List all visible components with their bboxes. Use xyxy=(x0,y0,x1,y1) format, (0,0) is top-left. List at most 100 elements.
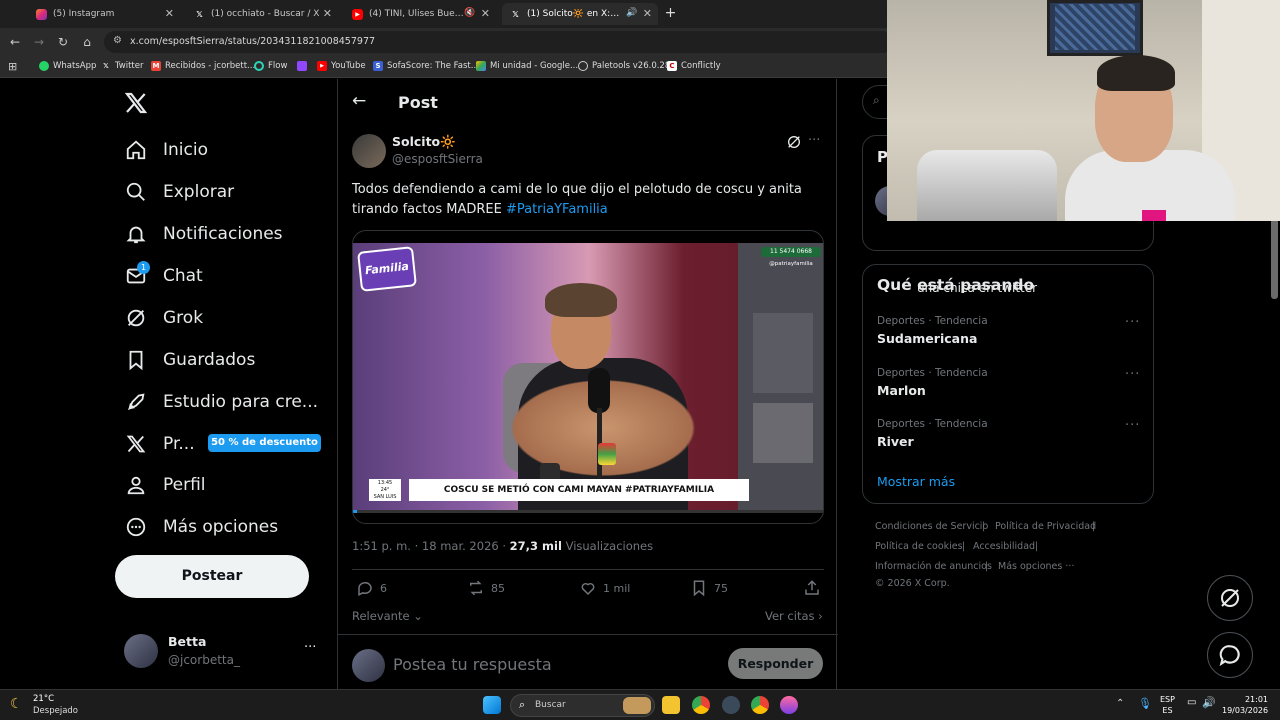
nav-notifications[interactable]: Notificaciones xyxy=(124,218,283,250)
author-name[interactable]: Solcito🔆 xyxy=(392,134,456,150)
chevron-up-icon[interactable]: ⌃ xyxy=(1116,698,1124,709)
nav-creator-studio[interactable]: Estudio para cre... xyxy=(124,386,318,418)
bookmark-twitter[interactable]: 𝕏 Twitter xyxy=(101,61,143,71)
tab-x-search[interactable]: 𝕏 (1) occhiato - Buscar / X ✕ xyxy=(186,3,338,25)
bookmark-gmail[interactable]: M Recibidos - jcorbett... xyxy=(151,61,255,71)
speaker-icon[interactable]: 🔊 xyxy=(626,8,637,18)
grok-icon[interactable] xyxy=(786,134,802,150)
bookmark-label: Conflictly xyxy=(681,61,721,71)
post-timestamp[interactable]: 1:51 p. m. · 18 mar. 2026 · xyxy=(352,539,510,553)
bookmark-button[interactable]: 75 xyxy=(690,579,728,597)
mute-icon[interactable]: 🔇 xyxy=(464,8,475,18)
search-placeholder: Buscar xyxy=(535,700,566,710)
video-player[interactable]: Familia 11 5474 0668 @patriayfamilia COS… xyxy=(353,243,823,510)
weather-widget[interactable]: ☾ 21°C Despejado xyxy=(10,693,90,718)
footer-terms[interactable]: Condiciones de Servicio xyxy=(875,521,988,532)
repost-button[interactable]: 85 xyxy=(467,579,505,597)
app-flame-icon[interactable] xyxy=(780,696,798,714)
view-quotes-link[interactable]: Ver citas › xyxy=(765,609,823,623)
reply-submit-button[interactable]: Responder xyxy=(728,648,823,679)
close-icon[interactable]: ✕ xyxy=(481,7,490,20)
chrome-profile-icon[interactable] xyxy=(751,696,769,714)
footer-ads-info[interactable]: Información de anuncios xyxy=(875,561,992,572)
reload-button[interactable]: ↻ xyxy=(55,34,71,50)
nav-premium[interactable]: Pr... xyxy=(124,428,195,460)
monitor-icon[interactable]: ▭ xyxy=(1187,697,1196,708)
trend-more-icon[interactable]: ··· xyxy=(1125,315,1140,330)
more-dots-icon[interactable]: ··· xyxy=(304,640,316,655)
hashtag-link[interactable]: #PatriaYFamilia xyxy=(506,202,608,217)
tab-youtube[interactable]: ▶ (4) TINI, Ulises Bueno - Do: 🔇 ✕ xyxy=(344,3,496,25)
trend-item[interactable]: Deportes · Tendencia Sudamericana xyxy=(877,315,988,346)
bookmark-whatsapp[interactable]: WhatsApp xyxy=(39,61,96,71)
post-button[interactable]: Postear xyxy=(115,555,309,598)
bookmark-twitch[interactable] xyxy=(297,61,311,71)
sort-dropdown[interactable]: Relevante ⌄ xyxy=(352,609,423,623)
author-avatar[interactable] xyxy=(352,134,386,168)
nav-explore[interactable]: Explorar xyxy=(124,176,234,208)
nav-bookmarks[interactable]: Guardados xyxy=(124,344,255,376)
nav-label: Inicio xyxy=(163,140,208,160)
bookmark-flow[interactable]: Flow xyxy=(254,61,287,71)
nav-home[interactable]: Inicio xyxy=(124,134,208,166)
reply-input[interactable]: Postea tu respuesta xyxy=(393,655,552,674)
footer-more-options[interactable]: Más opciones ··· xyxy=(998,561,1074,572)
start-button[interactable] xyxy=(483,696,501,714)
search-highlight-icon xyxy=(623,697,651,714)
forward-button[interactable]: → xyxy=(31,34,47,50)
show-more-link[interactable]: Mostrar más xyxy=(877,474,955,489)
volume-icon[interactable]: 🔊 xyxy=(1202,696,1216,709)
bookmark-conflictly[interactable]: C Conflictly xyxy=(667,61,721,71)
home-button[interactable]: ⌂ xyxy=(79,34,95,50)
chat-floating-button[interactable] xyxy=(1207,632,1253,678)
trend-item[interactable]: Deportes · Tendencia River xyxy=(877,418,988,449)
premium-discount-badge[interactable]: 50 % de descuento xyxy=(208,434,321,452)
close-icon[interactable]: ✕ xyxy=(165,7,174,20)
close-icon[interactable]: ✕ xyxy=(323,7,332,20)
footer-privacy[interactable]: Política de Privacidad xyxy=(995,521,1096,532)
tab-instagram[interactable]: (5) Instagram ✕ xyxy=(28,3,180,25)
reply-button[interactable]: 6 xyxy=(356,579,387,597)
mic-icon[interactable]: 🎙 xyxy=(1138,697,1152,710)
nav-grok[interactable]: Grok xyxy=(124,302,203,334)
views-label: Visualizaciones xyxy=(561,539,654,553)
back-button[interactable]: ← xyxy=(7,34,23,50)
trends-title: Qué está pasando xyxy=(877,276,1035,294)
post-more-icon[interactable]: ··· xyxy=(808,133,820,148)
site-info-icon[interactable]: ⚙ xyxy=(113,35,122,46)
share-button[interactable] xyxy=(803,579,827,597)
steam-icon[interactable] xyxy=(722,696,740,714)
bookmark-sofascore[interactable]: S SofaScore: The Fast... xyxy=(373,61,479,71)
author-handle[interactable]: @esposftSierra xyxy=(392,152,483,166)
trend-more-icon[interactable]: ··· xyxy=(1125,367,1140,382)
back-arrow-icon[interactable]: ← xyxy=(352,91,366,111)
tab-x-post[interactable]: 𝕏 (1) Solcito🔆 en X: "Todos d 🔊 ✕ xyxy=(502,3,658,25)
like-button[interactable]: 1 mil xyxy=(579,579,630,597)
clock[interactable]: 21:01 19/03/2026 xyxy=(1222,694,1268,716)
video-progress-bar[interactable] xyxy=(353,510,823,513)
address-bar[interactable]: ⚙ x.com/esposftSierra/status/20343118210… xyxy=(104,31,894,53)
bookmark-paletools[interactable]: Paletools v26.0.28 xyxy=(578,61,670,71)
nav-more-options[interactable]: Más opciones xyxy=(124,511,278,543)
x-logo-icon[interactable] xyxy=(124,91,150,117)
tab-label: (1) Solcito🔆 en X: "Todos d xyxy=(527,9,622,19)
grok-floating-button[interactable] xyxy=(1207,575,1253,621)
page-scrollbar[interactable] xyxy=(1271,219,1278,299)
language-indicator[interactable]: ESP ES xyxy=(1160,694,1175,716)
nav-chat[interactable]: Chat xyxy=(124,260,203,292)
taskbar-search[interactable]: ⌕ Buscar xyxy=(510,694,655,717)
trend-more-icon[interactable]: ··· xyxy=(1125,418,1140,433)
nav-profile[interactable]: Perfil xyxy=(124,469,206,501)
post-media[interactable]: Familia 11 5474 0668 @patriayfamilia COS… xyxy=(352,230,824,524)
footer-accessibility[interactable]: Accesibilidad xyxy=(973,541,1035,552)
new-tab-button[interactable]: + xyxy=(662,5,679,22)
chrome-icon[interactable] xyxy=(692,696,710,714)
account-switcher[interactable]: Betta @jcorbetta_ ··· xyxy=(124,632,324,670)
bookmark-youtube[interactable]: ▶ YouTube xyxy=(317,61,366,71)
footer-cookies[interactable]: Política de cookies xyxy=(875,541,963,552)
bookmark-drive[interactable]: Mi unidad - Google... xyxy=(476,61,578,71)
close-icon[interactable]: ✕ xyxy=(643,7,652,20)
file-explorer-icon[interactable] xyxy=(662,696,680,714)
apps-grid-icon[interactable]: ⊞ xyxy=(8,60,17,73)
trend-item[interactable]: Deportes · Tendencia Marlon xyxy=(877,367,988,398)
